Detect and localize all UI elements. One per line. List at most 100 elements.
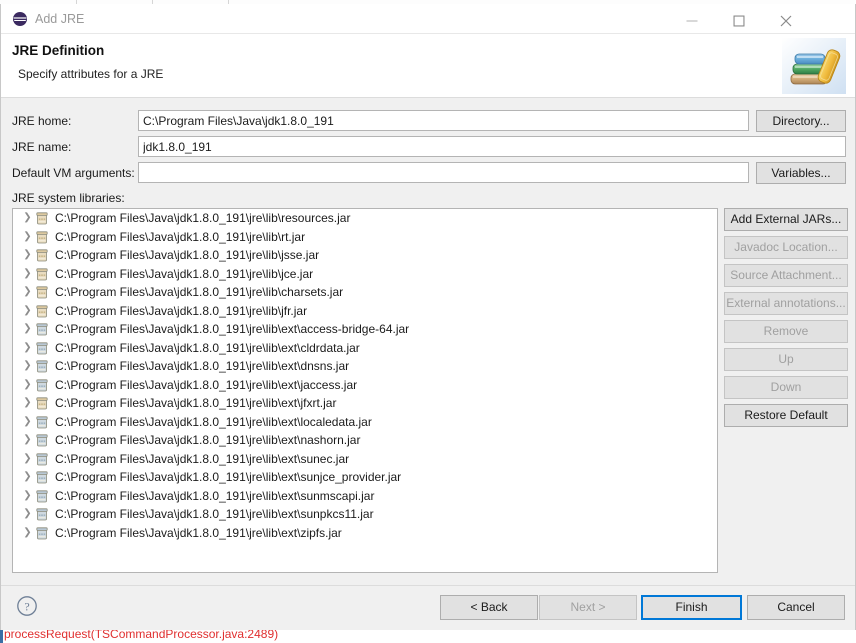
- jre-name-input[interactable]: [138, 136, 846, 157]
- chevron-right-icon[interactable]: ❯: [21, 416, 34, 427]
- chevron-right-icon[interactable]: ❯: [21, 231, 34, 242]
- variables-button[interactable]: Variables...: [756, 162, 846, 184]
- list-item-label: C:\Program Files\Java\jdk1.8.0_191\jre\l…: [55, 377, 358, 392]
- list-item-label: C:\Program Files\Java\jdk1.8.0_191\jre\l…: [55, 525, 342, 540]
- add-jre-dialog: Add JRE JRE Definition Specify attribute…: [0, 0, 856, 643]
- table-row[interactable]: ❯ C:\Program Files\Java\jdk1.8.0_191\jre\…: [13, 357, 717, 376]
- jar-icon: [34, 451, 50, 467]
- dialog-header: JRE Definition Specify attributes for a …: [1, 34, 855, 98]
- jre-name-label: JRE name:: [12, 140, 72, 154]
- chevron-right-icon[interactable]: ❯: [21, 250, 34, 260]
- table-row[interactable]: ❯ C:\Program Files\Java\jdk1.8.0_191\jre\…: [13, 450, 717, 469]
- javadoc-location-button[interactable]: Javadoc Location...: [724, 236, 848, 259]
- jar-icon: [34, 414, 50, 430]
- table-row[interactable]: ❯ C:\Program Files\Java\jdk1.8.0_191\jre\…: [13, 302, 717, 321]
- jre-home-label: JRE home:: [12, 114, 72, 128]
- title-bar: Add JRE: [1, 4, 855, 34]
- list-item-label: C:\Program Files\Java\jdk1.8.0_191\jre\l…: [55, 248, 320, 263]
- chevron-right-icon[interactable]: ❯: [21, 472, 34, 482]
- finish-button[interactable]: Finish: [641, 595, 742, 620]
- chevron-right-icon[interactable]: ❯: [21, 287, 34, 297]
- table-row[interactable]: ❯ C:\Program Files\Java\jdk1.8.0_191\jre\…: [13, 505, 717, 524]
- maximize-button[interactable]: [716, 8, 762, 34]
- table-row[interactable]: ❯ C:\Program Files\Java\jdk1.8.0_191\jre\…: [13, 320, 717, 339]
- editor-gutter-bar: [0, 630, 3, 643]
- chevron-right-icon[interactable]: ❯: [21, 361, 34, 371]
- table-row[interactable]: ❯ C:\Program Files\Java\jdk1.8.0_191\jre\…: [13, 209, 717, 228]
- dialog-body: JRE home: Directory... JRE name: Default…: [1, 98, 855, 585]
- source-attachment-button[interactable]: Source Attachment...: [724, 264, 848, 287]
- jar-icon: [34, 321, 50, 337]
- chevron-right-icon[interactable]: ❯: [21, 213, 34, 223]
- list-item-label: C:\Program Files\Java\jdk1.8.0_191\jre\l…: [55, 229, 306, 244]
- table-row[interactable]: ❯ C:\Program Files\Java\jdk1.8.0_191\jre\…: [13, 468, 717, 487]
- chevron-right-icon[interactable]: ❯: [21, 509, 34, 519]
- table-row[interactable]: ❯ C:\Program Files\Java\jdk1.8.0_191\jre\…: [13, 283, 717, 302]
- cancel-button[interactable]: Cancel: [747, 595, 845, 620]
- table-row[interactable]: ❯ C:\Program Files\Java\jdk1.8.0_191\jre\…: [13, 524, 717, 543]
- jar-icon: [34, 525, 50, 541]
- page-title: JRE Definition: [12, 43, 105, 58]
- jar-icon: [34, 395, 50, 411]
- stack-trace-line: processRequest(TSCommandProcessor.java:2…: [4, 630, 279, 641]
- window-title: Add JRE: [35, 12, 85, 26]
- vm-arguments-label: Default VM arguments:: [12, 166, 135, 180]
- list-item-label: C:\Program Files\Java\jdk1.8.0_191\jre\l…: [55, 266, 314, 281]
- eclipse-icon: [12, 11, 28, 27]
- chevron-right-icon[interactable]: ❯: [21, 342, 34, 353]
- list-item-label: C:\Program Files\Java\jdk1.8.0_191\jre\l…: [55, 488, 375, 503]
- table-row[interactable]: ❯ C:\Program Files\Java\jdk1.8.0_191\jre\…: [13, 376, 717, 395]
- table-row[interactable]: ❯ C:\Program Files\Java\jdk1.8.0_191\jre\…: [13, 265, 717, 284]
- table-row[interactable]: ❯ C:\Program Files\Java\jdk1.8.0_191\jre\…: [13, 413, 717, 432]
- list-item-label: C:\Program Files\Java\jdk1.8.0_191\jre\l…: [55, 470, 402, 485]
- jre-home-input[interactable]: [138, 110, 749, 131]
- chevron-right-icon[interactable]: ❯: [21, 398, 34, 408]
- jar-icon: [34, 432, 50, 448]
- jre-system-libraries-list[interactable]: ❯ C:\Program Files\Java\jdk1.8.0_191\jre\…: [12, 208, 718, 573]
- jar-icon: [34, 358, 50, 374]
- directory-button[interactable]: Directory...: [756, 110, 846, 132]
- list-item-label: C:\Program Files\Java\jdk1.8.0_191\jre\l…: [55, 359, 350, 374]
- down-button[interactable]: Down: [724, 376, 848, 399]
- jar-icon: [34, 377, 50, 393]
- background-editor-bottom-strip: processRequest(TSCommandProcessor.java:2…: [0, 630, 856, 643]
- back-button[interactable]: < Back: [440, 595, 538, 620]
- jar-icon: [34, 506, 50, 522]
- minimize-button[interactable]: [669, 8, 715, 34]
- jar-icon: [34, 303, 50, 319]
- table-row[interactable]: ❯ C:\Program Files\Java\jdk1.8.0_191\jre\…: [13, 228, 717, 247]
- restore-default-button[interactable]: Restore Default: [724, 404, 848, 427]
- close-button[interactable]: [763, 8, 809, 34]
- chevron-right-icon[interactable]: ❯: [21, 490, 34, 501]
- up-button[interactable]: Up: [724, 348, 848, 371]
- vm-arguments-input[interactable]: [138, 162, 749, 183]
- next-button[interactable]: Next >: [539, 595, 637, 620]
- table-row[interactable]: ❯ C:\Program Files\Java\jdk1.8.0_191\jre\…: [13, 246, 717, 265]
- chevron-right-icon[interactable]: ❯: [21, 435, 34, 445]
- table-row[interactable]: ❯ C:\Program Files\Java\jdk1.8.0_191\jre\…: [13, 431, 717, 450]
- external-annotations-button[interactable]: External annotations...: [724, 292, 848, 315]
- jar-icon: [34, 469, 50, 485]
- chevron-right-icon[interactable]: ❯: [21, 268, 34, 279]
- chevron-right-icon[interactable]: ❯: [21, 324, 34, 334]
- svg-text:?: ?: [24, 599, 29, 613]
- remove-button[interactable]: Remove: [724, 320, 848, 343]
- table-row[interactable]: ❯ C:\Program Files\Java\jdk1.8.0_191\jre\…: [13, 339, 717, 358]
- list-item-label: C:\Program Files\Java\jdk1.8.0_191\jre\l…: [55, 414, 372, 429]
- jar-icon: [34, 229, 50, 245]
- list-item-label: C:\Program Files\Java\jdk1.8.0_191\jre\l…: [55, 303, 308, 318]
- jar-icon: [34, 284, 50, 300]
- chevron-right-icon[interactable]: ❯: [21, 453, 34, 464]
- list-item-label: C:\Program Files\Java\jdk1.8.0_191\jre\l…: [55, 433, 361, 448]
- jar-icon: [34, 488, 50, 504]
- chevron-right-icon[interactable]: ❯: [21, 527, 34, 538]
- list-item-label: C:\Program Files\Java\jdk1.8.0_191\jre\l…: [55, 340, 360, 355]
- table-row[interactable]: ❯ C:\Program Files\Java\jdk1.8.0_191\jre\…: [13, 394, 717, 413]
- chevron-right-icon[interactable]: ❯: [21, 379, 34, 390]
- add-external-jars-button[interactable]: Add External JARs...: [724, 208, 848, 231]
- chevron-right-icon[interactable]: ❯: [21, 305, 34, 316]
- books-stack-icon: [782, 38, 846, 94]
- help-circle-icon[interactable]: ?: [16, 595, 38, 617]
- table-row[interactable]: ❯ C:\Program Files\Java\jdk1.8.0_191\jre\…: [13, 487, 717, 506]
- dialog-footer: ? < Back Next > Finish Cancel: [1, 585, 855, 630]
